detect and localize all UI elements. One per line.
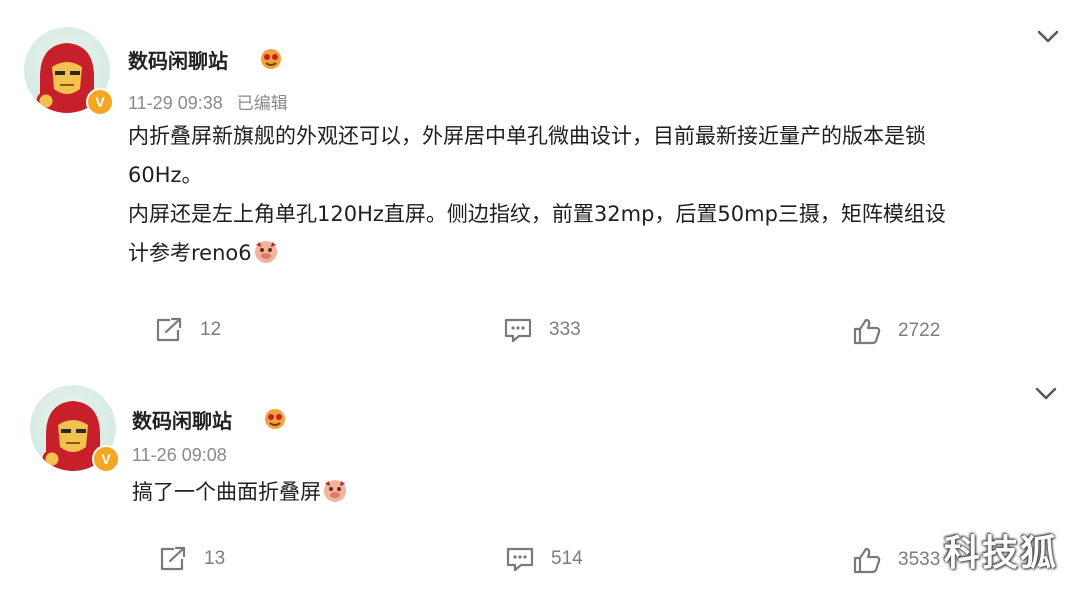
author-name[interactable]: 数码闲聊站 xyxy=(132,405,232,434)
like-count: 3533 xyxy=(898,549,941,570)
post-time: 11-26 09:08 xyxy=(132,445,227,465)
share-icon xyxy=(160,546,186,571)
emoji-pig-icon xyxy=(254,241,277,263)
post-text-line: 计参考reno6 xyxy=(128,234,946,273)
like-count: 2722 xyxy=(898,320,941,341)
chevron-down-icon[interactable] xyxy=(1034,385,1058,401)
comment-button[interactable]: 514 xyxy=(505,546,583,572)
thumbs-up-icon xyxy=(853,318,881,345)
weibo-post: V 数码闲聊站 11-26 09:08 搞了一个曲面折叠屏 13 514 353… xyxy=(0,365,1080,596)
comment-icon xyxy=(504,318,532,343)
like-button[interactable]: 3533 xyxy=(852,546,940,574)
verified-badge: V xyxy=(86,88,114,116)
post-text: 搞了一个曲面折叠屏 xyxy=(132,473,349,512)
emoji-pig-icon xyxy=(324,480,346,502)
comment-count: 333 xyxy=(549,319,581,340)
edited-label: 已编辑 xyxy=(236,94,288,114)
post-text-line: 搞了一个曲面折叠屏 xyxy=(132,473,349,512)
repost-button[interactable]: 13 xyxy=(158,546,225,572)
post-text-line: 内屏还是左上角单孔120Hz直屏。侧边指纹，前置32mp，后置50mp三摄，矩阵… xyxy=(128,202,946,226)
repost-button[interactable]: 12 xyxy=(154,317,221,343)
post-text-line: 60Hz。 xyxy=(128,163,203,187)
comment-button[interactable]: 333 xyxy=(503,317,581,343)
post-meta: 11-29 09:38 已编辑 xyxy=(128,89,288,114)
weibo-post: V 数码闲聊站 11-29 09:38 已编辑 内折叠屏新旗舰的外观还可以，外屏居… xyxy=(0,0,1080,360)
author-name[interactable]: 数码闲聊站 xyxy=(128,45,228,74)
repost-count: 12 xyxy=(200,319,222,340)
comment-icon xyxy=(506,547,534,572)
post-text: 内折叠屏新旗舰的外观还可以，外屏居中单孔微曲设计，目前最新接近量产的版本是锁 6… xyxy=(128,117,946,273)
thumbs-up-icon xyxy=(853,547,881,574)
post-time: 11-29 09:38 xyxy=(128,93,223,113)
post-text-line: 内折叠屏新旗舰的外观还可以，外屏居中单孔微曲设计，目前最新接近量产的版本是锁 xyxy=(128,124,926,148)
comment-count: 514 xyxy=(551,548,583,569)
emoji-face-icon xyxy=(261,49,281,69)
verified-badge: V xyxy=(92,445,120,473)
chevron-down-icon[interactable] xyxy=(1036,28,1060,44)
repost-count: 13 xyxy=(204,548,226,569)
watermark: 科技狐 xyxy=(943,533,1058,574)
emoji-face-icon xyxy=(265,409,285,429)
share-icon xyxy=(156,317,182,342)
like-button[interactable]: 2722 xyxy=(852,317,940,345)
